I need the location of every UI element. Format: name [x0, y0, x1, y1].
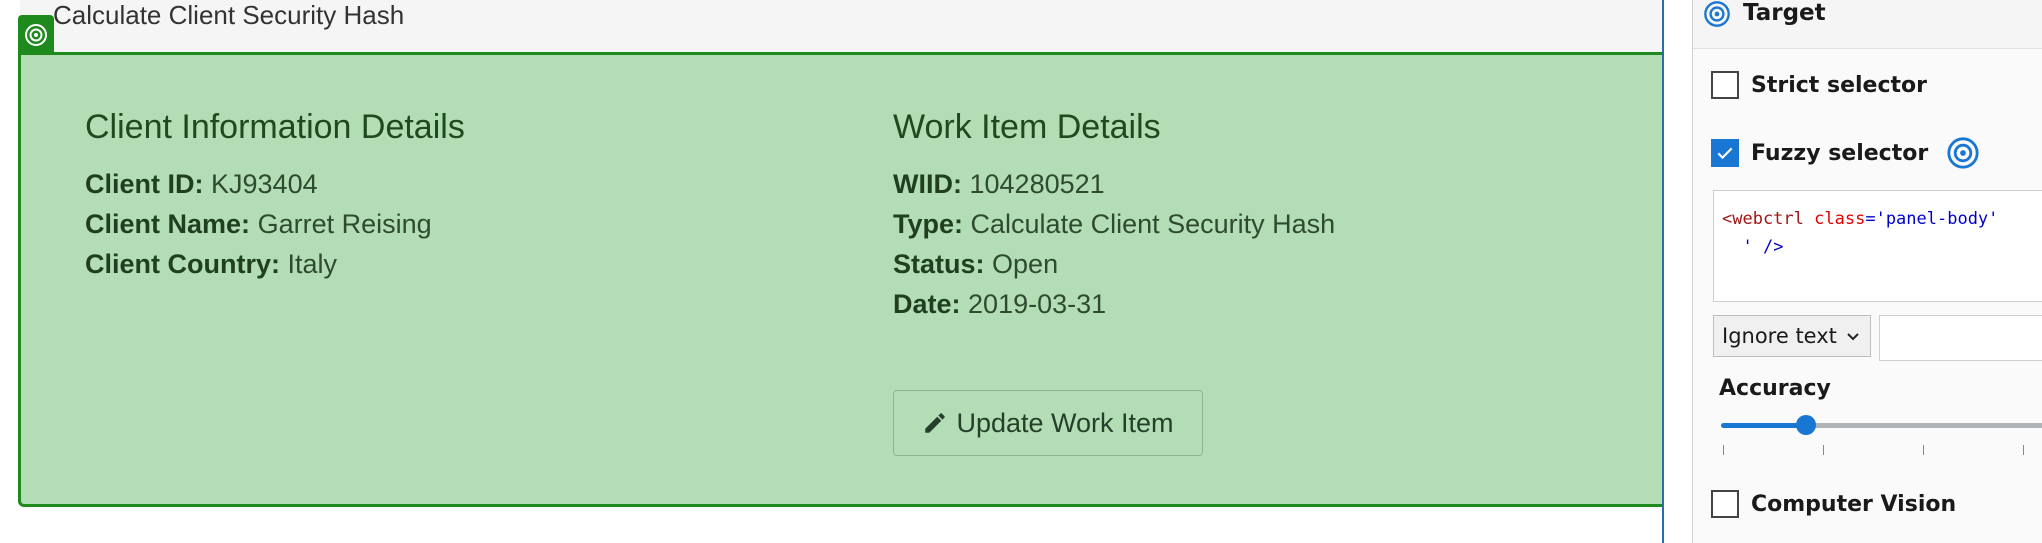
- slider-tick: [1823, 445, 1824, 455]
- client-country-value: Italy: [287, 249, 338, 279]
- work-item-heading: Work Item Details: [893, 108, 1161, 146]
- date-value: 2019-03-31: [968, 289, 1107, 319]
- pencil-icon: [922, 410, 948, 436]
- client-id-row: Client ID: KJ93404: [85, 168, 318, 200]
- status-value: Open: [992, 249, 1059, 279]
- code-close: />: [1752, 237, 1784, 257]
- strict-selector-checkbox[interactable]: [1711, 71, 1739, 99]
- status-label: Status:: [893, 249, 985, 279]
- target-icon: [1703, 0, 1731, 32]
- code-tag-open: <webctrl: [1722, 209, 1804, 229]
- update-work-item-label: Update Work Item: [956, 407, 1174, 438]
- client-id-value: KJ93404: [211, 169, 318, 199]
- slider-tick: [1723, 445, 1724, 455]
- client-country-row: Client Country: Italy: [85, 248, 337, 280]
- panel-body: Client Information Details Client ID: KJ…: [18, 52, 1678, 507]
- client-id-label: Client ID:: [85, 169, 204, 199]
- fuzzy-selector-row[interactable]: Fuzzy selector: [1711, 136, 1980, 170]
- client-name-row: Client Name: Garret Reising: [85, 208, 432, 240]
- target-badge[interactable]: [18, 15, 54, 53]
- selector-code-editor[interactable]: <webctrl class='panel-body' ' />: [1713, 190, 2042, 302]
- checkmark-icon: [1717, 147, 1733, 160]
- code-value: 'panel-body': [1875, 209, 1999, 229]
- ignore-text-input[interactable]: [1879, 315, 2042, 361]
- wiid-label: WIID:: [893, 169, 962, 199]
- client-name-label: Client Name:: [85, 209, 251, 239]
- date-row: Date: 2019-03-31: [893, 288, 1106, 320]
- target-icon: [25, 24, 47, 46]
- code-attr: class: [1814, 209, 1866, 229]
- slider-tick: [2023, 445, 2024, 455]
- client-country-label: Client Country:: [85, 249, 280, 279]
- computer-vision-row[interactable]: Computer Vision: [1711, 490, 1956, 518]
- wiid-value: 104280521: [969, 169, 1105, 199]
- accuracy-slider-thumb[interactable]: [1796, 415, 1816, 435]
- status-row: Status: Open: [893, 248, 1058, 280]
- strict-selector-label: Strict selector: [1751, 72, 1927, 98]
- code-line2-str: ': [1722, 237, 1753, 257]
- type-value: Calculate Client Security Hash: [970, 209, 1336, 239]
- selector-side-panel: Target Strict selector Fuzzy selector <w…: [1662, 0, 2042, 543]
- type-label: Type:: [893, 209, 964, 239]
- strict-selector-row[interactable]: Strict selector: [1711, 71, 1927, 99]
- panel-title: Calculate Client Security Hash: [53, 0, 405, 30]
- slider-tick: [1923, 445, 1924, 455]
- target-icon[interactable]: [1946, 136, 1980, 170]
- ignore-text-value: Ignore text: [1722, 324, 1837, 348]
- selector-panel-inner: Target Strict selector Fuzzy selector <w…: [1692, 0, 2042, 543]
- chevron-down-icon: [1845, 328, 1861, 344]
- fuzzy-selector-checkbox[interactable]: [1711, 139, 1739, 167]
- ignore-text-select[interactable]: Ignore text: [1713, 315, 1871, 357]
- code-eq: =: [1865, 209, 1876, 229]
- fuzzy-selector-label: Fuzzy selector: [1751, 140, 1929, 166]
- client-info-heading: Client Information Details: [85, 108, 465, 146]
- wiid-row: WIID: 104280521: [893, 168, 1105, 200]
- target-header-label: Target: [1743, 0, 1826, 26]
- accuracy-slider-fill: [1721, 423, 1806, 428]
- date-label: Date:: [893, 289, 961, 319]
- accuracy-label: Accuracy: [1719, 376, 1831, 401]
- computer-vision-checkbox[interactable]: [1711, 490, 1739, 518]
- type-row: Type: Calculate Client Security Hash: [893, 208, 1335, 240]
- target-header: Target: [1693, 0, 2042, 49]
- accuracy-slider[interactable]: [1721, 415, 2042, 435]
- computer-vision-label: Computer Vision: [1751, 491, 1957, 517]
- update-work-item-button[interactable]: Update Work Item: [893, 390, 1203, 456]
- panel-heading: Calculate Client Security Hash: [20, 0, 1670, 54]
- client-name-value: Garret Reising: [257, 209, 432, 239]
